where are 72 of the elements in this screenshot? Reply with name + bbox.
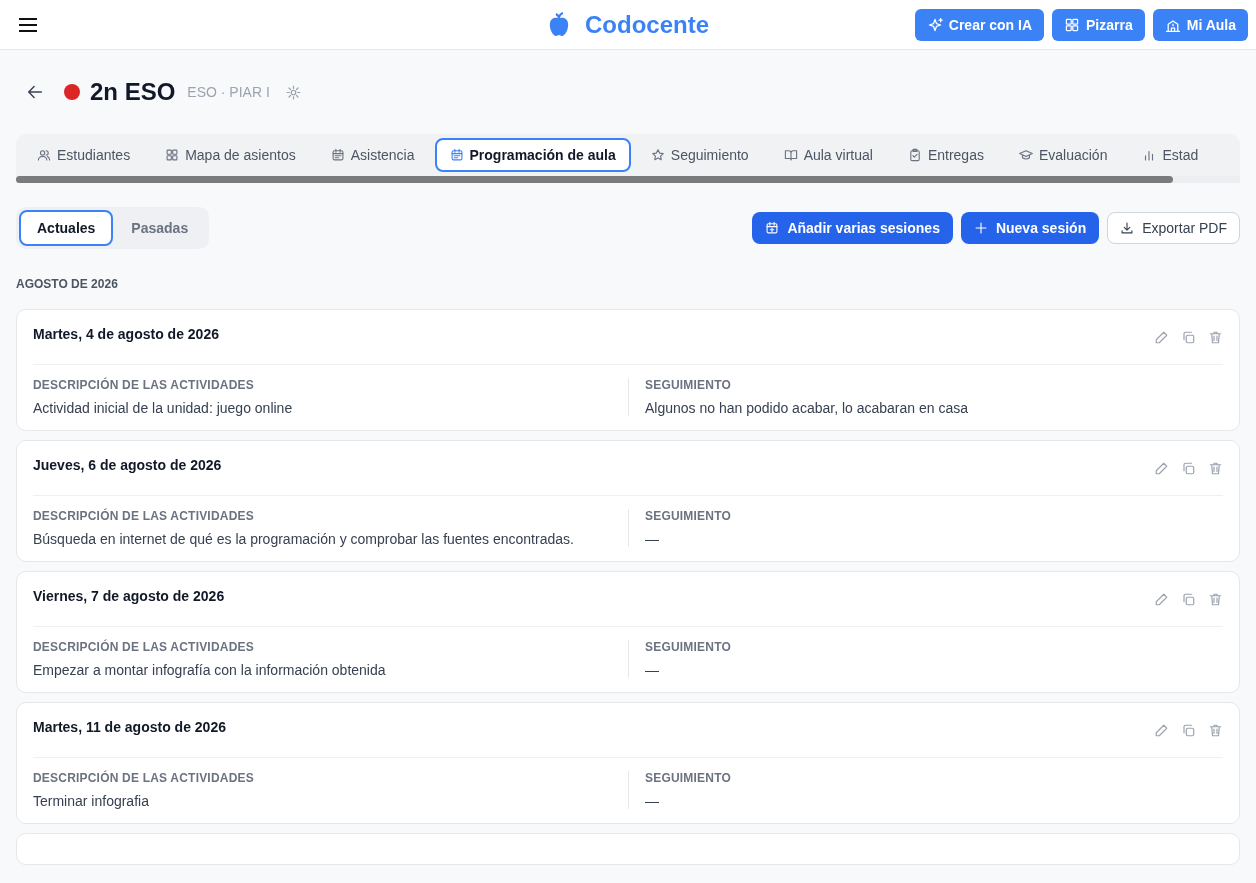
star-icon [650, 148, 665, 162]
copy-icon[interactable] [1181, 460, 1196, 476]
activity-description: Actividad inicial de la unidad: juego online [33, 400, 294, 416]
session-date: Martes, 4 de agosto de 2026 [33, 326, 219, 342]
activity-description: Búsqueda en internet de qué es la programación y comprobar las fuentes encontradas. [33, 531, 575, 547]
header-button[interactable]: Crear con IA [914, 8, 1045, 41]
apple-logo-icon [547, 11, 571, 38]
calendar-icon [449, 148, 464, 162]
graduation-cap-icon [1018, 148, 1033, 162]
book-icon [783, 148, 798, 162]
month-heading: AGOSTO DE 2026 [16, 277, 119, 291]
settings-icon[interactable] [285, 84, 301, 100]
tab[interactable]: Estudiantes [22, 138, 146, 172]
delete-icon[interactable] [1208, 722, 1223, 738]
column-label: DESCRIPCIÓN DE LAS ACTIVIDADES [33, 640, 255, 654]
grid-icon [165, 148, 180, 162]
followup-text: Algunos no han podido acabar, lo acabaran en casa [645, 400, 970, 416]
session-date: Martes, 11 de agosto de 2026 [33, 719, 226, 735]
action-button[interactable]: Nueva sesión [960, 212, 1100, 244]
grid-icon [1064, 16, 1081, 33]
column-label: SEGUIMIENTO [645, 640, 732, 654]
sparkle-icon [926, 16, 943, 33]
column-label: DESCRIPCIÓN DE LAS ACTIVIDADES [33, 509, 255, 523]
edit-icon[interactable] [1154, 460, 1169, 476]
delete-icon[interactable] [1208, 591, 1223, 607]
session-date: Viernes, 7 de agosto de 2026 [33, 588, 225, 604]
edit-icon[interactable] [1154, 329, 1169, 345]
tab[interactable]: Seguimiento [635, 138, 764, 172]
calendar-plus-icon [765, 221, 780, 235]
column-label: SEGUIMIENTO [645, 771, 732, 785]
activity-description: Empezar a montar infografía con la información obtenida [33, 662, 387, 678]
activity-description: Terminar infografia [33, 793, 150, 809]
followup-text: — [645, 793, 660, 809]
scrollbar-thumb[interactable] [16, 176, 1173, 183]
column-label: SEGUIMIENTO [645, 509, 732, 523]
tab[interactable]: Programación de aula [434, 138, 631, 172]
tab[interactable]: Aula virtual [768, 138, 888, 172]
copy-icon[interactable] [1181, 722, 1196, 738]
copy-icon[interactable] [1181, 591, 1196, 607]
header-button[interactable]: Pizarra [1052, 8, 1145, 41]
back-arrow-icon [26, 83, 44, 101]
copy-icon[interactable] [1181, 329, 1196, 345]
tab[interactable]: Estad [1127, 138, 1214, 172]
column-label: DESCRIPCIÓN DE LAS ACTIVIDADES [33, 378, 255, 392]
action-button[interactable]: Exportar PDF [1107, 212, 1240, 244]
followup-text: — [645, 662, 660, 678]
column-label: SEGUIMIENTO [645, 378, 732, 392]
filter-tab[interactable]: Actuales [19, 210, 114, 246]
back-button[interactable] [26, 83, 44, 101]
brand-name: Codocente [585, 10, 709, 39]
plus-icon [973, 221, 988, 235]
menu-icon[interactable] [18, 16, 38, 33]
delete-icon[interactable] [1208, 460, 1223, 476]
filter-tab[interactable]: Pasadas [113, 210, 207, 246]
calendar-icon [330, 148, 345, 162]
edit-icon[interactable] [1154, 591, 1169, 607]
delete-icon[interactable] [1208, 329, 1223, 345]
session-date: Jueves, 6 de agosto de 2026 [33, 457, 222, 473]
group-title: 2n ESO [90, 78, 176, 106]
tab[interactable]: Entregas [892, 138, 999, 172]
download-icon [1120, 221, 1135, 235]
tab[interactable]: Asistencia [315, 138, 430, 172]
group-subtitle: ESO · PIAR I [187, 84, 270, 100]
header-button[interactable]: Mi Aula [1152, 8, 1248, 41]
followup-text: — [645, 531, 660, 547]
clipboard-icon [907, 148, 922, 162]
edit-icon[interactable] [1154, 722, 1169, 738]
tab[interactable]: Mapa de asientos [150, 138, 311, 172]
action-button[interactable]: Añadir varias sesiones [752, 212, 953, 244]
column-label: DESCRIPCIÓN DE LAS ACTIVIDADES [33, 771, 255, 785]
tab[interactable]: Evaluación [1003, 138, 1123, 172]
users-icon [37, 148, 51, 162]
